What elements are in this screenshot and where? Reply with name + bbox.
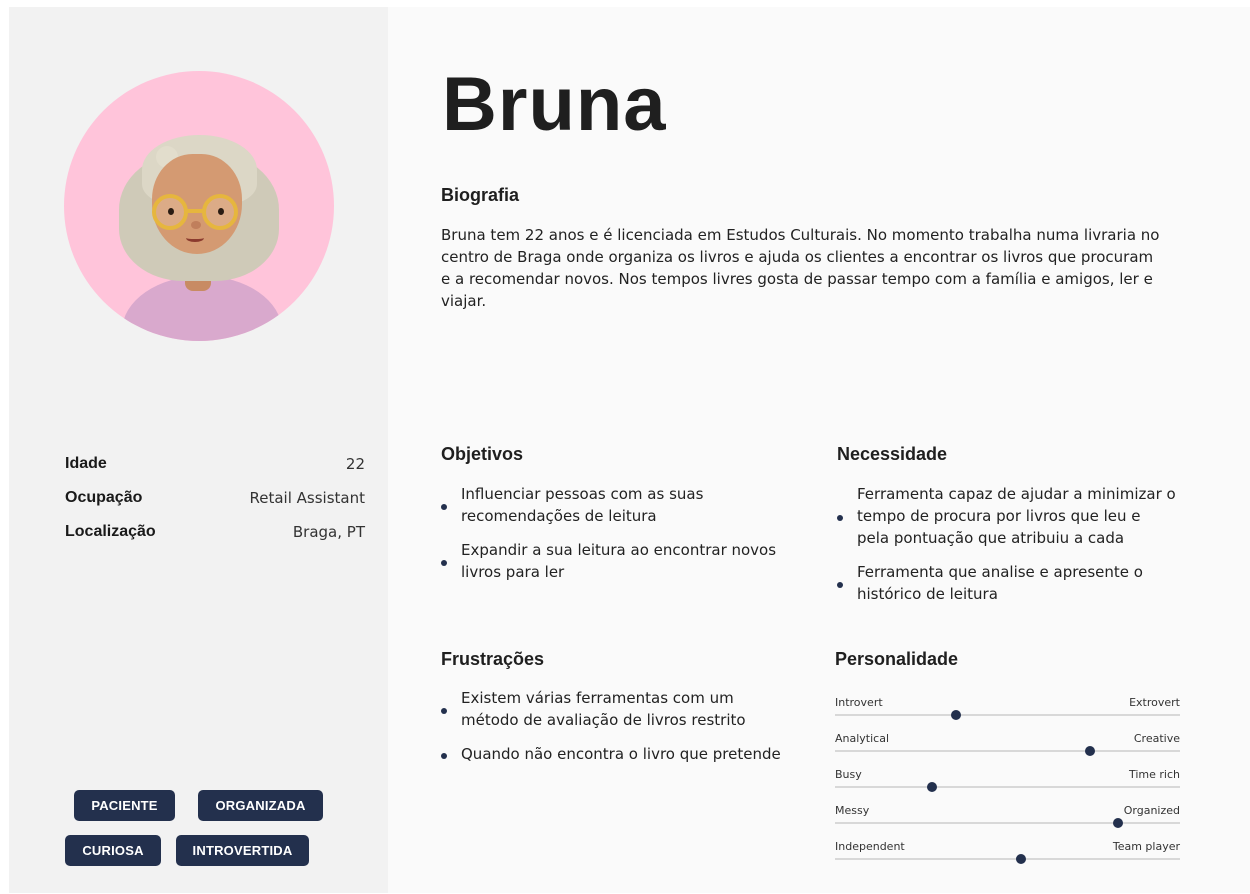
avatar [64,71,334,341]
trait-left-label: Busy [835,768,862,781]
persona-page: Idade 22 Ocupação Retail Assistant Local… [0,0,1250,894]
glasses-bridge [186,209,204,213]
trait-left-label: Analytical [835,732,890,745]
slider-track [835,854,1180,864]
bullet-icon [441,708,447,714]
stat-label: Localização [65,523,156,540]
slider-knob[interactable] [926,782,937,792]
slider-track [835,782,1180,792]
list-item: Ferramenta que analise e apresente o his… [837,561,1177,605]
avatar-nose [191,221,201,229]
avatar-eye-right [218,208,224,215]
list-item: Influenciar pessoas com as suas recomend… [441,483,786,527]
stat-value: 22 [345,455,365,473]
trait-slider: Introvert Extrovert [835,696,1180,732]
goals-list: Influenciar pessoas com as suas recomend… [441,483,786,595]
avatar-eye-left [168,208,174,215]
list-item: Quando não encontra o livro que pretende [441,743,786,765]
slider-track [835,746,1180,756]
trait-slider: Analytical Creative [835,732,1180,768]
list-item: Ferramenta capaz de ajudar a minimizar o… [837,483,1177,549]
list-item-text: Quando não encontra o livro que pretende [461,745,781,763]
bullet-icon [837,582,843,588]
biography-text: Bruna tem 22 anos e é licenciada em Estu… [441,226,1160,310]
stat-label: Idade [65,455,107,472]
list-item: Expandir a sua leitura ao encontrar novo… [441,539,786,583]
frustrations-list: Existem várias ferramentas com um método… [441,687,786,777]
tag-organizada[interactable]: ORGANIZADA [198,790,323,821]
stat-occupation: Ocupação Retail Assistant [65,487,365,521]
personality-title: Personalidade [835,649,959,669]
trait-slider: Busy Time rich [835,768,1180,804]
stat-label: Ocupação [65,489,143,506]
trait-right-label: Time rich [1128,768,1180,781]
needs-title: Necessidade [837,444,948,464]
goals-title: Objetivos [441,444,524,464]
bullet-icon [441,753,447,759]
avatar-mouth [186,234,204,242]
slider-track [835,818,1180,828]
trait-right-label: Extrovert [1129,696,1180,709]
bullet-icon [441,560,447,566]
persona-name: Bruna [442,62,667,147]
trait-left-label: Messy [835,804,870,817]
stat-value: Braga, PT [292,523,365,541]
bullet-icon [837,515,843,521]
needs-list: Ferramenta capaz de ajudar a minimizar o… [837,483,1177,617]
slider-knob[interactable] [1112,818,1123,828]
trait-left-label: Introvert [835,696,883,709]
trait-slider: Independent Team player [835,840,1180,876]
list-item-text: Existem várias ferramentas com um método… [461,689,746,729]
tag-curiosa[interactable]: CURIOSA [65,835,161,866]
frustrations-title: Frustrações [441,649,545,669]
slider-knob[interactable] [1016,854,1027,864]
list-item-text: Influenciar pessoas com as suas recomend… [461,485,704,525]
slider-track [835,710,1180,720]
biography-title: Biografia [441,185,520,205]
persona-stats: Idade 22 Ocupação Retail Assistant Local… [65,453,365,555]
trait-right-label: Organized [1123,804,1180,817]
slider-knob[interactable] [950,710,961,720]
stat-location: Localização Braga, PT [65,521,365,555]
trait-right-label: Team player [1112,840,1180,853]
slider-knob[interactable] [1085,746,1096,756]
list-item-text: Expandir a sua leitura ao encontrar novo… [461,541,777,581]
trait-left-label: Independent [835,840,905,853]
trait-right-label: Creative [1133,732,1180,745]
trait-slider: Messy Organized [835,804,1180,840]
bullet-icon [441,504,447,510]
list-item-text: Ferramenta capaz de ajudar a minimizar o… [857,485,1176,547]
tag-paciente[interactable]: PACIENTE [74,790,175,821]
personality-traits: Introvert Extrovert Analytical Creative Bu… [835,696,1180,876]
tag-introvertida[interactable]: INTROVERTIDA [176,835,309,866]
stat-age: Idade 22 [65,453,365,487]
stat-value: Retail Assistant [249,489,366,507]
list-item-text: Ferramenta que analise e apresente o his… [857,563,1143,603]
list-item: Existem várias ferramentas com um método… [441,687,786,731]
